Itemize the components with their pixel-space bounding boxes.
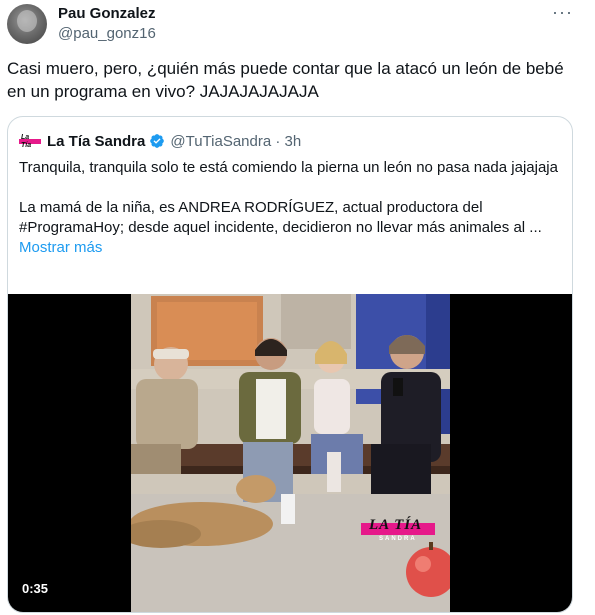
watermark-title: LA TÍA xyxy=(369,517,423,533)
quoted-tweet-header: La Tía La Tía Sandra @TuTiaSandra · 3h xyxy=(19,131,301,151)
video-scene-image xyxy=(131,294,450,612)
quoted-tweet[interactable]: La Tía La Tía Sandra @TuTiaSandra · 3h T… xyxy=(7,116,573,613)
quoted-text-paragraph-2: La mamá de la niña, es ANDREA RODRÍGUEZ,… xyxy=(19,199,542,236)
quoted-author-name[interactable]: La Tía Sandra xyxy=(47,133,145,150)
author-avatar[interactable] xyxy=(7,4,47,44)
video-player[interactable]: LA TÍA SANDRA 0:35 xyxy=(8,294,572,612)
quoted-tweet-text: Tranquila, tranquila solo te está comien… xyxy=(19,158,564,258)
video-duration[interactable]: 0:35 xyxy=(22,581,48,596)
tweet-text: Casi muero, pero, ¿quién más puede conta… xyxy=(7,59,564,101)
quoted-author-logo[interactable]: La Tía xyxy=(19,134,41,149)
video-frame[interactable] xyxy=(131,294,450,612)
tweet-header: Pau Gonzalez @pau_gonz16 ··· xyxy=(7,2,595,44)
quoted-author-handle[interactable]: @TuTiaSandra · 3h xyxy=(170,133,301,150)
show-more-link[interactable]: Mostrar más xyxy=(19,239,102,256)
quoted-text-paragraph-1: Tranquila, tranquila solo te está comien… xyxy=(19,159,558,176)
watermark-subtitle: SANDRA xyxy=(379,536,417,542)
author-name[interactable]: Pau Gonzalez xyxy=(58,5,156,22)
watermark-logo: LA TÍA SANDRA xyxy=(361,517,435,543)
author-handle[interactable]: @pau_gonz16 xyxy=(58,25,156,42)
quoted-logo-text: La Tía xyxy=(21,134,32,149)
verified-badge-icon xyxy=(150,134,165,148)
more-options-icon[interactable]: ··· xyxy=(552,2,573,23)
